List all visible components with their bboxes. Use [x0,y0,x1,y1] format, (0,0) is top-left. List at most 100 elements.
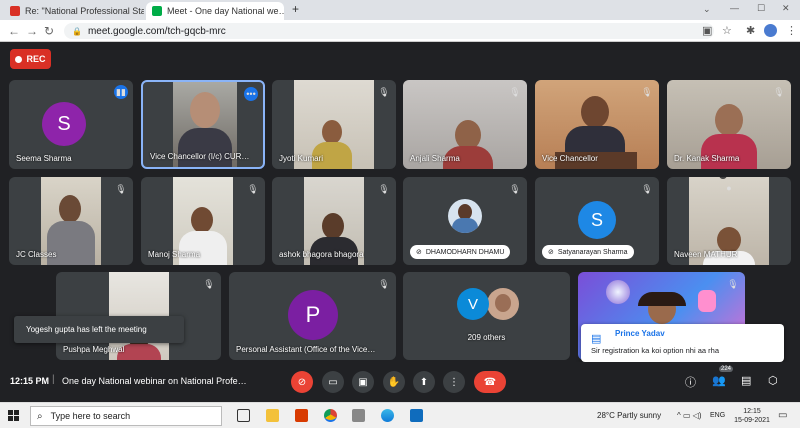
person-face [191,207,213,233]
menu-icon[interactable]: ⋮ [786,24,797,37]
recording-badge: REC [10,49,51,69]
others-count: 209 others [467,333,506,342]
address-bar[interactable]: 🔒 meet.google.com/tch-gqcb-mrc [64,23,714,39]
back-icon[interactable]: ← [8,24,20,38]
mail-icon[interactable] [410,409,423,422]
edge-icon[interactable] [381,409,394,422]
tab-search-icon[interactable]: ⌄ [703,4,711,15]
mic-off-icon: 🎙︎ [203,278,215,289]
maximize-icon[interactable]: ☐ [757,3,765,14]
system-clock[interactable]: 12:15 15-09-2021 [732,407,772,425]
mic-off-icon: 🎙︎ [509,86,521,97]
more-vert-icon: ⋮ [449,376,459,388]
participant-tile[interactable]: 🎙︎ Manoj Sharma [141,177,265,265]
captions-button[interactable]: ▣ [352,371,374,393]
mic-toggle-button[interactable]: ⊘ [291,371,313,393]
person-face [190,92,220,128]
close-window-icon[interactable]: ✕ [782,3,790,14]
participant-tile[interactable]: 🎙︎ ⊘ DHAMODHARN DHAMU [403,177,527,265]
extensions-icon[interactable]: ✱ [746,24,755,37]
camera-icon: ▭ [328,376,338,388]
participant-tile[interactable]: P 🎙︎ Personal Assistant (Office of the V… [229,272,396,360]
search-placeholder: Type here to search [50,411,131,421]
mic-off-icon: 🎙︎ [247,183,259,194]
reload-icon[interactable]: ↻ [44,24,54,38]
tab-meet[interactable]: Meet - One day National we… ● ✕ [146,2,284,20]
file-explorer-icon[interactable] [266,409,279,422]
camera-icon[interactable]: ▣ [702,24,712,37]
office-icon[interactable] [295,409,308,422]
avatar: P [288,290,338,340]
mic-off-icon: 🎙︎ [378,183,390,194]
separator: | [52,374,55,385]
minimize-icon[interactable]: — [730,3,739,13]
person-body [178,128,232,167]
profile-avatar[interactable] [764,24,777,37]
participant-tile[interactable]: S ▮▮ Seema Sharma [9,80,133,169]
camera-toggle-button[interactable]: ▭ [322,371,344,393]
mic-off-icon: 🎙︎ [641,86,653,97]
phone-hangup-icon: ☎ [483,376,497,388]
language-indicator[interactable]: ENG [710,412,725,419]
participant-name: Vice Chancellor [542,154,598,163]
app-icon[interactable] [352,409,365,422]
person-face [322,120,342,144]
more-options-icon[interactable]: ••• [244,87,258,101]
info-icon[interactable]: ⓘ [685,374,696,390]
windows-taskbar: ⌕ Type here to search 28°C Partly sunny … [0,402,800,428]
avatar [487,288,519,320]
browser-toolbar: ← → ↻ 🔒 meet.google.com/tch-gqcb-mrc ▣ ☆… [0,20,800,42]
taskbar-search-box[interactable]: ⌕ Type here to search [30,406,222,426]
windows-start-icon[interactable] [8,410,19,421]
task-view-icon[interactable] [237,409,250,422]
mic-off-icon: 🎙︎ [773,86,785,97]
present-button[interactable]: ⬆ [413,371,435,393]
more-options-button[interactable]: ⋮ [443,371,465,393]
chat-icon: ▤ [591,333,602,345]
participant-tile[interactable]: 🎙︎ Vice Chancellor [535,80,659,169]
participant-name: ashok bhagora bhagora [279,250,364,259]
participant-tile[interactable]: 🎙︎ Jyoti Kumari [272,80,396,169]
participant-name: JC Classes [16,250,57,259]
person-hair [638,292,686,306]
participant-tile[interactable]: ● Naveen MATHUR [667,177,791,265]
new-tab-button[interactable]: + [292,2,299,16]
chat-icon[interactable]: ▤ [741,374,751,387]
mic-off-icon: 🎙︎ [641,183,653,194]
notifications-icon[interactable]: ▭ [778,410,787,421]
chrome-icon[interactable] [324,409,337,422]
present-icon: ⬆ [419,376,429,388]
system-tray-icons[interactable]: ^ ▭ ◁) [677,411,702,420]
participant-tile-others[interactable]: V 209 others [403,272,570,360]
raise-hand-button[interactable]: ✋ [383,371,405,393]
avatar: S [42,102,86,146]
search-icon: ⌕ [37,410,43,422]
leave-call-button[interactable]: ☎ [474,371,506,393]
weather-widget[interactable]: 28°C Partly sunny [597,411,661,420]
participant-tile[interactable]: 🎙︎ JC Classes [9,177,133,265]
participant-name: Anjali Sharma [410,154,460,163]
mic-off-icon: 🎙︎ [378,86,390,97]
mic-off-icon: 🎙︎ [115,183,127,194]
chat-sender: Prince Yadav [615,329,665,338]
disco-ball [606,280,630,304]
participant-name: Jyoti Kumari [279,154,324,163]
participant-tile[interactable]: 🎙︎ ashok bhagora bhagora [272,177,396,265]
avatar: S [578,201,616,239]
mic-off-icon: ⊘ [297,376,307,388]
chat-message-popup[interactable]: ▤ Prince Yadav Sir registration ka koi o… [581,324,784,362]
meet-stage: REC S ▮▮ Seema Sharma ••• Vice Chancello… [0,42,800,402]
tab-gmail[interactable]: Re: "National Professional Standa… ✕ [4,2,144,20]
forward-icon[interactable]: → [26,24,38,38]
record-dot-icon [15,55,23,63]
participant-tile[interactable]: 🎙︎ Dr. Kanak Sharma [667,80,791,169]
participant-count-badge: 224 [719,366,734,372]
participant-tile[interactable]: ••• Vice Chancellor (I/c) CUR… [141,80,265,169]
people-icon[interactable]: 👥 [712,374,726,387]
participant-tile[interactable]: S 🎙︎ ⊘ Satyanarayan Sharma [535,177,659,265]
meeting-title: One day National webinar on National Pro… [62,376,247,386]
activities-icon[interactable]: ⬡ [768,374,778,387]
participant-tile[interactable]: 🎙︎ Anjali Sharma [403,80,527,169]
person-body [179,231,227,265]
bookmark-star-icon[interactable]: ☆ [722,24,732,37]
